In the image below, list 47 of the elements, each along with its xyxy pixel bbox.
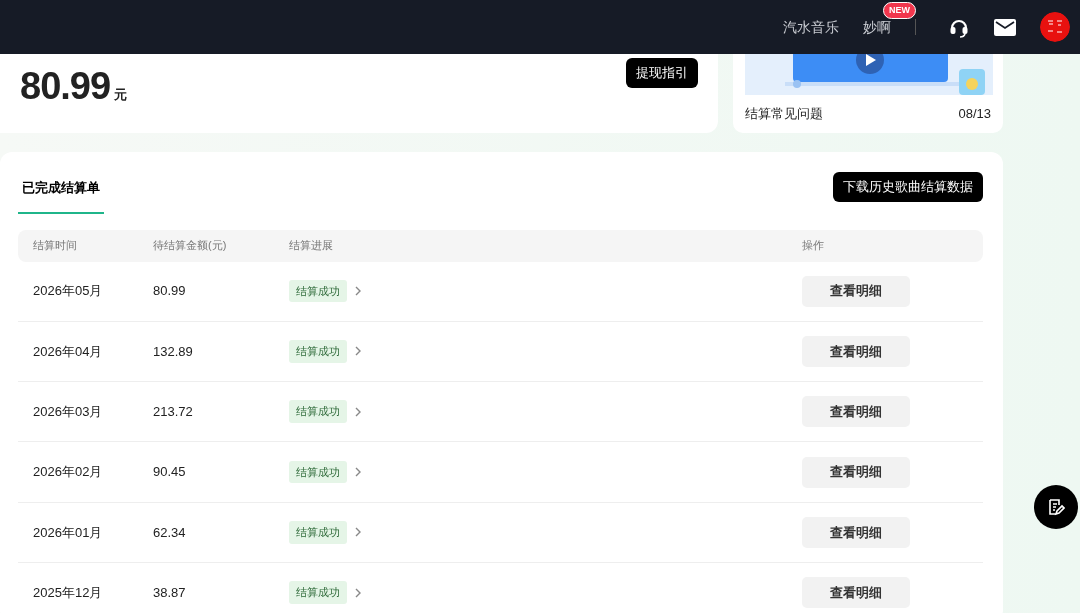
table-cell-text: 213.72 (153, 403, 194, 421)
table-cell-text: 2026年04月 (32, 342, 104, 361)
tab[interactable]: 已完成结算单 (18, 152, 104, 214)
new-badge: NEW (883, 1, 916, 19)
faq-date: 08/13 (958, 105, 991, 124)
download-button[interactable]: 下载历史歌曲结算数据 (833, 172, 983, 202)
faq-title[interactable]: 结算常见问题 (745, 104, 823, 124)
edit-note-button[interactable] (1034, 485, 1078, 529)
column-header: 操作 (802, 238, 824, 254)
currency-unit: 元 (114, 86, 128, 104)
column-header: 结算进展 (289, 238, 334, 254)
table-cell-text: 2026年02月 (32, 463, 104, 482)
chevron-right-icon[interactable] (355, 406, 362, 417)
chevron-right-icon[interactable] (355, 467, 362, 478)
nav-link[interactable]: 汽水音乐 (783, 18, 839, 35)
table-cell-text: 62.34 (153, 523, 187, 542)
table-cell-text: 80.99 (153, 282, 187, 301)
table-cell-text: 2026年01月 (32, 523, 104, 542)
column-header: 待结算金额(元) (153, 238, 228, 254)
balance-amount: 80.99 (20, 64, 111, 109)
status-tag: 结算成功 (289, 581, 347, 604)
status-tag: 结算成功 (289, 521, 347, 544)
view-details-button[interactable]: 查看明细 (802, 275, 910, 307)
chevron-right-icon[interactable] (355, 286, 362, 297)
view-details-button[interactable]: 查看明细 (802, 456, 910, 488)
status-tag: 结算成功 (289, 400, 347, 423)
view-details-button[interactable]: 查看明细 (802, 577, 910, 609)
view-details-button[interactable]: 查看明细 (802, 396, 910, 428)
notepad-pencil-icon (1047, 498, 1065, 516)
table-cell-text: 2025年12月 (32, 583, 104, 602)
mail-icon[interactable] (994, 18, 1016, 36)
view-details-button[interactable]: 查看明细 (802, 335, 910, 367)
table-cell-text: 90.45 (153, 463, 187, 482)
table-cell-text: 132.89 (153, 342, 194, 361)
column-header: 结算时间 (32, 238, 78, 254)
table-cell-text: 38.87 (153, 583, 187, 602)
status-tag: 结算成功 (289, 279, 347, 303)
chevron-right-icon[interactable] (355, 346, 362, 357)
view-details-button[interactable]: 查看明细 (802, 516, 910, 548)
chevron-right-icon[interactable] (355, 587, 362, 598)
withdraw-guide-button[interactable]: 提现指引 (626, 58, 698, 88)
nav-link[interactable]: 妙啊 (863, 18, 891, 35)
table-cell-text: 2026年03月 (32, 403, 104, 421)
chevron-right-icon[interactable] (355, 527, 362, 538)
table-cell-text: 2026年05月 (32, 282, 104, 301)
status-tag: 结算成功 (289, 460, 347, 484)
status-tag: 结算成功 (289, 340, 347, 363)
